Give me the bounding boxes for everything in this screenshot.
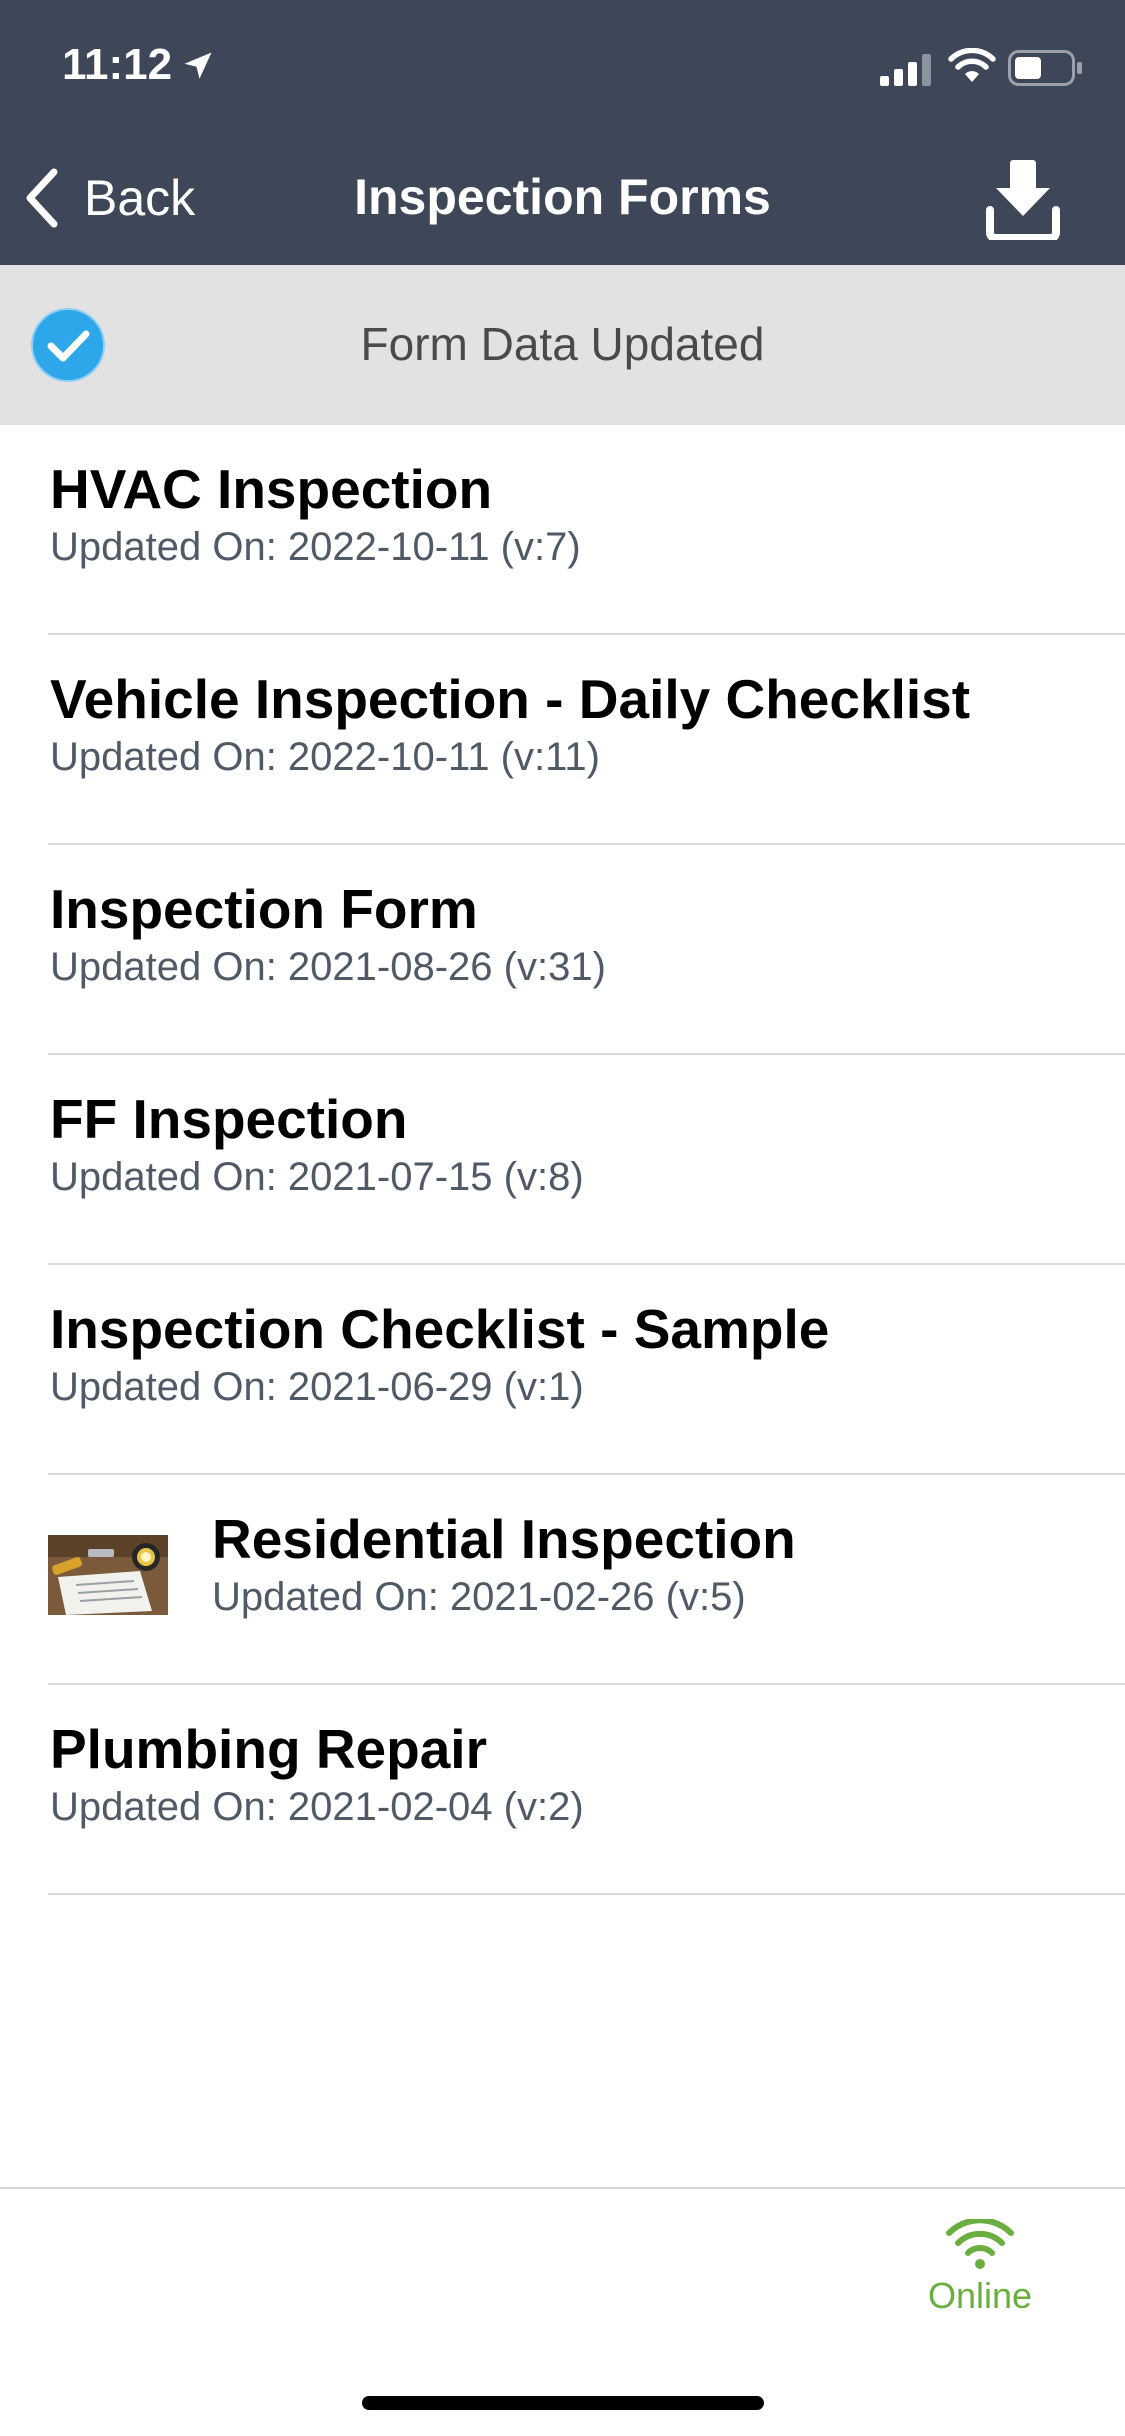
form-data-updated-banner: Form Data Updated xyxy=(0,265,1125,425)
form-list-item[interactable]: Plumbing Repair Updated On: 2021-02-04 (… xyxy=(0,1685,1125,1895)
form-title: HVAC Inspection xyxy=(50,458,493,520)
home-indicator[interactable] xyxy=(362,2396,764,2410)
form-item-text: Vehicle Inspection - Daily Checklist Upd… xyxy=(50,667,970,783)
form-list-item[interactable]: HVAC Inspection Updated On: 2022-10-11 (… xyxy=(0,425,1125,635)
form-updated-date: Updated On: 2021-06-29 (v:1) xyxy=(50,1365,584,1409)
battery-icon xyxy=(1008,50,1082,86)
form-title: FF Inspection xyxy=(50,1088,408,1150)
form-item-text: FF Inspection Updated On: 2021-07-15 (v:… xyxy=(50,1087,584,1203)
form-list-item[interactable]: FF Inspection Updated On: 2021-07-15 (v:… xyxy=(0,1055,1125,1265)
form-list: HVAC Inspection Updated On: 2022-10-11 (… xyxy=(0,425,1125,1895)
cellular-signal-icon xyxy=(880,54,931,86)
form-updated-date: Updated On: 2021-02-26 (v:5) xyxy=(212,1575,746,1619)
form-updated-date: Updated On: 2022-10-11 (v:11) xyxy=(50,735,600,779)
form-title: Inspection Form xyxy=(50,878,478,940)
location-arrow-icon xyxy=(184,52,212,79)
chevron-left-icon xyxy=(26,168,58,228)
form-item-text: HVAC Inspection Updated On: 2022-10-11 (… xyxy=(50,457,581,573)
form-list-item[interactable]: Inspection Form Updated On: 2021-08-26 (… xyxy=(0,845,1125,1055)
online-status[interactable]: Online xyxy=(920,2219,1040,2317)
online-label: Online xyxy=(927,2275,1033,2316)
inspection-tools-thumbnail xyxy=(48,1535,168,1615)
status-bar: 11:12 xyxy=(0,0,1125,132)
form-title: Inspection Checklist - Sample xyxy=(50,1298,830,1360)
form-updated-date: Updated On: 2021-08-26 (v:31) xyxy=(50,945,606,989)
form-list-item[interactable]: Vehicle Inspection - Daily Checklist Upd… xyxy=(0,635,1125,845)
back-label: Back xyxy=(84,170,196,226)
divider xyxy=(48,1893,1125,1895)
header: 11:12 Back Inspection Forms xyxy=(0,0,1125,265)
back-button[interactable]: Back xyxy=(22,162,195,234)
form-title: Residential Inspection xyxy=(212,1508,796,1570)
form-item-text: Inspection Form Updated On: 2021-08-26 (… xyxy=(50,877,606,993)
form-item-text: Residential Inspection Updated On: 2021-… xyxy=(212,1507,796,1623)
form-title: Vehicle Inspection - Daily Checklist xyxy=(50,668,971,730)
download-icon[interactable] xyxy=(984,158,1062,240)
form-item-text: Inspection Checklist - Sample Updated On… xyxy=(50,1297,829,1413)
banner-text: Form Data Updated xyxy=(360,318,765,370)
form-updated-date: Updated On: 2021-02-04 (v:2) xyxy=(50,1785,584,1829)
form-item-text: Plumbing Repair Updated On: 2021-02-04 (… xyxy=(50,1717,584,1833)
wifi-icon xyxy=(948,48,996,82)
inspection-forms-screen: 11:12 Back Inspection Forms Form Data Up… xyxy=(0,0,1125,2436)
form-updated-date: Updated On: 2022-10-11 (v:7) xyxy=(50,525,581,569)
wifi-icon xyxy=(946,2219,1014,2269)
form-updated-date: Updated On: 2021-07-15 (v:8) xyxy=(50,1155,584,1199)
form-list-item[interactable]: Inspection Checklist - Sample Updated On… xyxy=(0,1265,1125,1475)
form-list-item[interactable]: Residential Inspection Updated On: 2021-… xyxy=(0,1475,1125,1685)
status-time: 11:12 xyxy=(62,40,173,89)
nav-bar: Back Inspection Forms xyxy=(0,132,1125,265)
form-title: Plumbing Repair xyxy=(50,1718,487,1780)
